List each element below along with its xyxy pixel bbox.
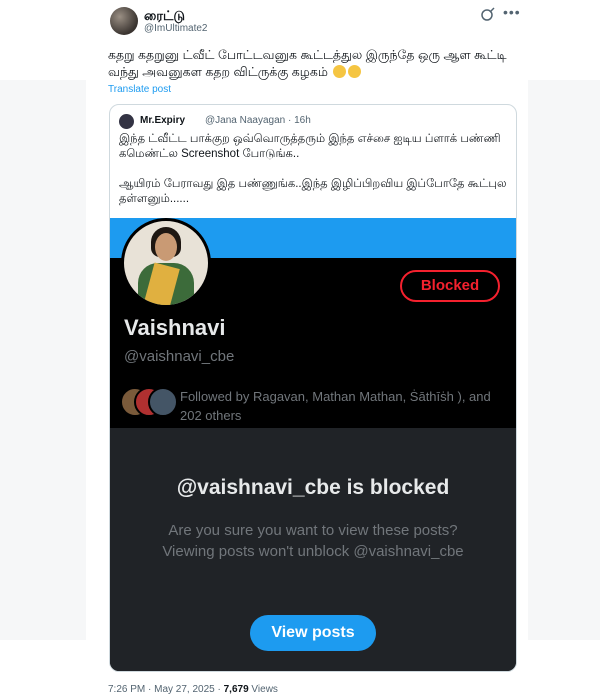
blocked-title: @vaishnavi_cbe is blocked <box>176 476 450 499</box>
tweet-meta: 7:26 PM · May 27, 2025 · 7,679 Views <box>108 684 278 695</box>
blocked-description: Are you sure you want to view these post… <box>162 522 464 560</box>
page-background-right <box>528 80 600 640</box>
tweet-text-content: கதறு கதறுனு ட்வீட் போட்டவனுக கூட்டத்துல … <box>108 48 507 79</box>
grinning-cat-emoji-icon <box>348 65 362 78</box>
author-avatar[interactable] <box>110 7 138 35</box>
view-posts-button: View posts <box>250 615 376 651</box>
profile-handle: @vaishnavi_cbe <box>124 348 235 365</box>
blocked-profile-screenshot[interactable]: Blocked Vaishnavi @vaishnavi_cbe Followe… <box>110 218 516 671</box>
quote-author-handle[interactable]: @Jana Naayagan · 16h <box>205 115 311 126</box>
page-background-left <box>0 80 86 640</box>
translate-link[interactable]: Translate post <box>108 84 171 95</box>
author-handle[interactable]: @ImUltimate2 <box>144 23 208 34</box>
more-icon[interactable]: ••• <box>503 4 521 20</box>
profile-figure-face <box>155 233 177 261</box>
tweet-card: ரைட்டு @ImUltimate2 ••• கதறு கதறுனு ட்வீ… <box>86 0 528 700</box>
follower-avatar <box>148 387 178 417</box>
quoted-tweet[interactable]: Mr.Expiry @Jana Naayagan · 16h இந்த ட்வீ… <box>109 104 517 672</box>
profile-name: Vaishnavi <box>124 315 226 340</box>
grinning-cat-emoji-icon <box>333 65 347 78</box>
quote-text: இந்த ட்வீட்ட பாக்குற ஒவ்வொருத்தரும் இந்த… <box>119 133 507 205</box>
followed-by-text: Followed by Ragavan, Mathan Mathan, Ṡāth… <box>180 389 491 423</box>
quote-author-name[interactable]: Mr.Expiry <box>140 115 185 126</box>
blocked-badge: Blocked <box>400 270 500 302</box>
followers-avatars <box>120 387 180 417</box>
blocked-notice-panel: @vaishnavi_cbe is blocked Are you sure y… <box>110 428 516 671</box>
tweet-text: கதறு கதறுனு ட்வீட் போட்டவனுக கூட்டத்துல … <box>108 47 508 81</box>
tweet-timestamp[interactable]: 7:26 PM · May 27, 2025 · <box>108 684 224 695</box>
quote-author-avatar[interactable] <box>119 114 134 129</box>
views-label: Views <box>248 684 278 695</box>
views-count: 7,679 <box>223 684 249 695</box>
profile-picture <box>121 218 211 308</box>
grok-icon[interactable] <box>480 6 496 22</box>
